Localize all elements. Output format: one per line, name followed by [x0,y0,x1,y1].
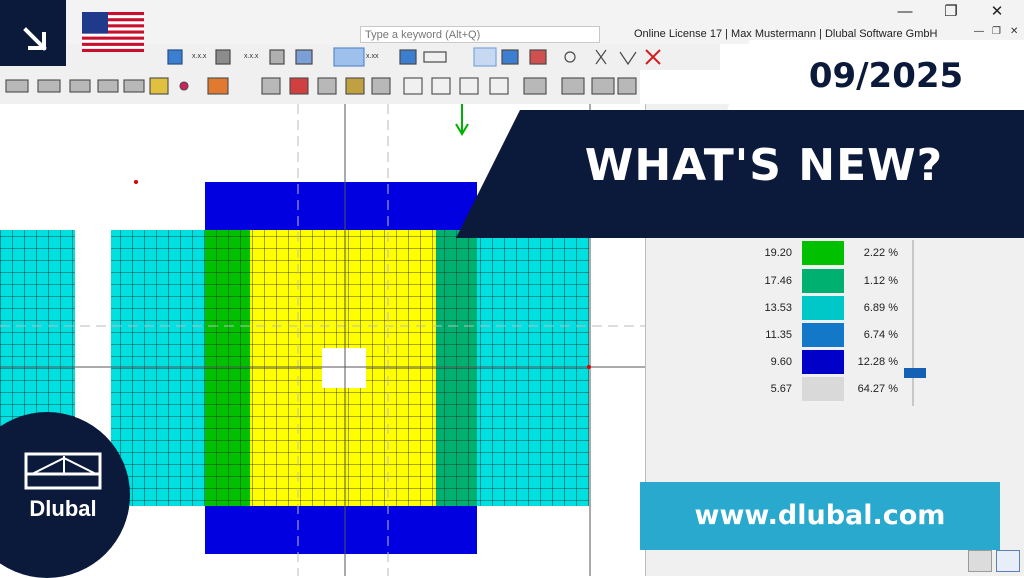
result-icon[interactable] [149,77,169,95]
load-case-icon[interactable] [37,79,61,93]
arrow-down-right-icon [23,27,47,51]
select-icon[interactable] [473,47,497,67]
legend-row: 13.53 6.89 % [646,295,1024,321]
logo-text: Dlubal [29,496,97,521]
legend-value: 11.35 [765,329,792,341]
legend-row: 11.35 6.74 % [646,322,1024,348]
legend-swatch [802,350,844,374]
legend-swatch [802,323,844,347]
doc-close-button[interactable]: ✕ [1010,26,1018,37]
load-combo-icon[interactable] [69,79,91,93]
toolbar-icons-row-2 [5,77,637,95]
license-info: Online License 17 | Max Mustermann | Dlu… [634,28,938,40]
solid-icon[interactable] [345,77,365,95]
node-icon[interactable] [501,49,519,65]
legend-value: 19.20 [764,247,792,259]
doc-minimize-button[interactable]: — [974,26,984,37]
surface-icon[interactable] [371,77,391,95]
svg-text:x.x.x: x.x.x [244,53,259,60]
legend-value: 9.60 [770,356,792,368]
legend-value: 5.67 [770,383,792,395]
delete-icon[interactable] [645,49,661,65]
shade-icon[interactable] [617,77,637,95]
node-marker [587,365,591,369]
render-icon[interactable] [561,77,585,95]
box-icon[interactable] [317,77,337,95]
probe-icon[interactable] [179,81,189,91]
legend-swatch [802,377,844,401]
support-icon[interactable] [97,79,119,93]
keyword-search-input[interactable]: Type a keyword (Alt+Q) [360,26,600,43]
cube-icon[interactable] [269,49,285,65]
grid-icon[interactable] [295,49,313,65]
view-x-icon[interactable] [403,77,423,95]
view-minus-x-icon[interactable] [489,77,509,95]
wire-icon[interactable] [591,77,615,95]
member-icon[interactable] [529,49,547,65]
beam-icon[interactable] [423,51,447,63]
node-marker [134,180,138,184]
legend-percent: 6.74 % [863,329,898,341]
diagram-icon[interactable] [207,77,229,95]
panel-export-icon[interactable] [968,550,992,572]
legend-value: 13.53 [764,302,792,314]
svg-text:x.x.x: x.x.x [192,53,207,60]
legend-value: 17.46 [764,275,792,287]
legend-swatch [802,241,844,265]
website-link[interactable]: www.dlubal.com [640,500,1000,531]
legend-row: 5.67 64.27 % [646,376,1024,402]
legend-percent: 64.27 % [857,383,898,395]
doc-restore-button[interactable]: ❐ [992,26,1001,37]
hinge-icon[interactable] [123,79,145,93]
display-icon[interactable] [333,47,365,67]
legend-slider-thumb[interactable] [904,368,926,378]
legend-swatch [802,296,844,320]
ribbon-toolbar-bottom [0,70,640,105]
view-y-icon[interactable] [431,77,451,95]
legend-row: 19.20 2.22 % [646,240,1024,266]
corner-badge [0,0,66,66]
symmetry-icon[interactable] [619,51,637,66]
panel-settings-icon[interactable] [996,550,1020,572]
close-button[interactable]: ✕ [974,0,1020,24]
us-flag-icon[interactable] [82,12,144,52]
legend-slider-track[interactable] [912,240,914,406]
view-icon[interactable] [167,49,183,65]
filter-icon[interactable] [289,77,309,95]
legend-swatch [802,269,844,293]
minimize-button[interactable]: — [882,0,928,24]
legend-percent: 12.28 % [857,356,898,368]
iso-view-icon[interactable] [523,77,547,95]
maximize-button[interactable]: ❐ [928,0,974,24]
svg-text:x.xx: x.xx [366,53,379,60]
link-icon[interactable] [564,51,576,63]
legend-percent: 1.12 % [863,275,898,287]
legend-percent: 2.22 % [863,247,898,259]
mirror-icon[interactable] [595,49,607,65]
headline: WHAT'S NEW? [584,140,944,191]
load-icon[interactable] [5,79,29,93]
legend-row: 9.60 12.28 % [646,349,1024,375]
bridge-logo-icon [24,452,102,490]
view-z-icon[interactable] [459,77,479,95]
legend-percent: 6.89 % [863,302,898,314]
section-icon[interactable] [399,49,417,65]
legend-row: 17.46 1.12 % [646,268,1024,294]
plate-opening [322,348,366,388]
settings-icon[interactable] [261,77,281,95]
release-date: 09/2025 [808,56,964,96]
eye-icon[interactable] [215,49,231,65]
